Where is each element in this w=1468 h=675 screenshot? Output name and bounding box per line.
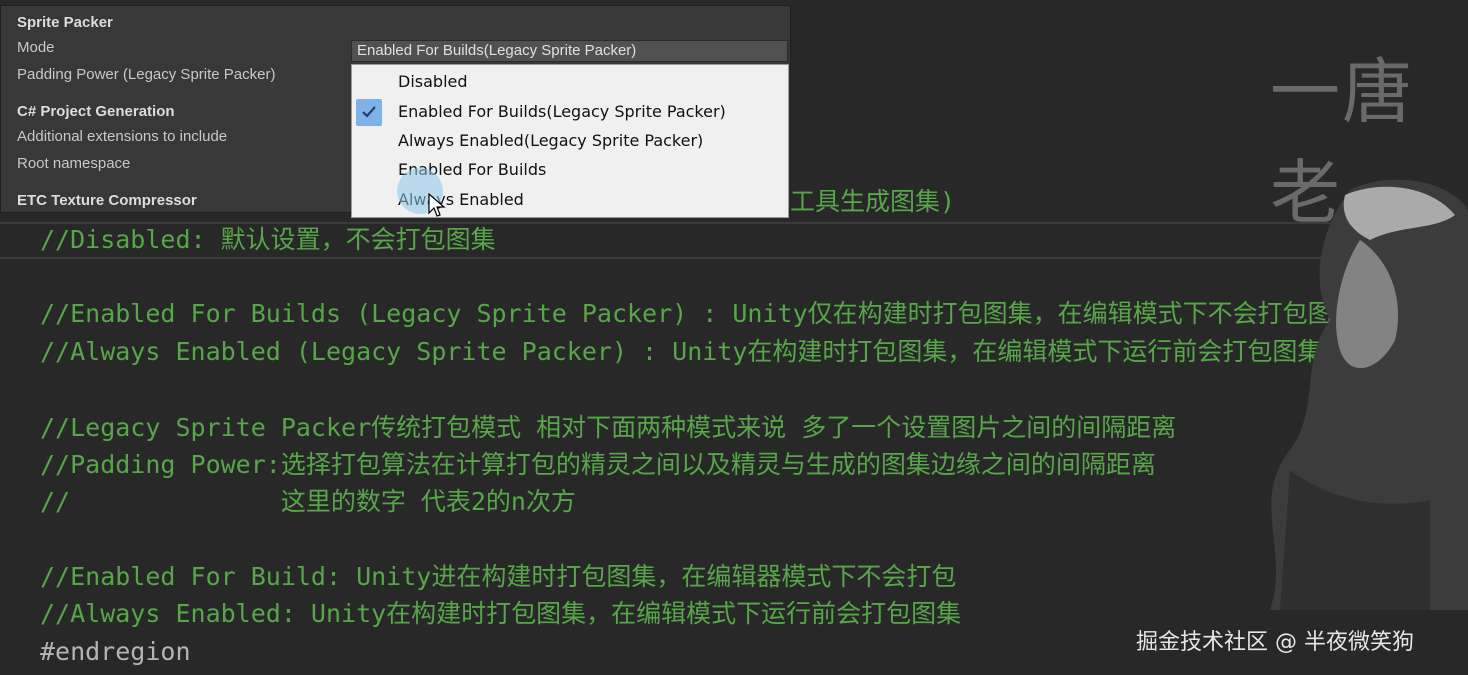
mode-dropdown[interactable]: Enabled For Builds(Legacy Sprite Packer) [351, 40, 788, 62]
code-line: //Disabled: 默认设置，不会打包图集 [40, 225, 496, 254]
code-line-hidden-tail: 工具生成图集) [790, 187, 956, 216]
code-line-endregion: #endregion [40, 637, 191, 666]
selected-item-highlight [356, 99, 382, 126]
mode-label: Mode [17, 39, 55, 56]
code-line: //Enabled For Build: Unity进在构建时打包图集，在编辑器… [40, 562, 957, 591]
code-line: // 这里的数字 代表2的n次方 [40, 487, 576, 516]
section-header-etc: ETC Texture Compressor [17, 192, 197, 209]
menu-item-always-enabled-legacy[interactable]: Always Enabled(Legacy Sprite Packer) [398, 131, 703, 150]
root-namespace-label: Root namespace [17, 155, 131, 172]
code-line: //Enabled For Builds (Legacy Sprite Pack… [40, 299, 1358, 328]
code-line: //Legacy Sprite Packer传统打包模式 相对下面两种模式来说 … [40, 413, 1177, 442]
code-line: //Padding Power:选择打包算法在计算打包的精灵之间以及精灵与生成的… [40, 450, 1156, 479]
mode-dropdown-value: Enabled For Builds(Legacy Sprite Packer) [357, 42, 637, 59]
section-header-sprite-packer: Sprite Packer [17, 14, 113, 31]
padding-power-label: Padding Power (Legacy Sprite Packer) [17, 66, 276, 83]
code-line: //Always Enabled (Legacy Sprite Packer) … [40, 337, 1323, 366]
section-header-csharp: C# Project Generation [17, 103, 175, 120]
menu-item-enabled-for-builds-legacy[interactable]: Enabled For Builds(Legacy Sprite Packer) [398, 102, 726, 121]
project-settings-panel: Sprite Packer Mode Padding Power (Legacy… [0, 5, 791, 218]
menu-item-disabled[interactable]: Disabled [398, 72, 468, 91]
checkmark-icon [362, 106, 376, 118]
mouse-pointer-icon [428, 193, 446, 217]
code-line: //Always Enabled: Unity在构建时打包图集，在编辑模式下运行… [40, 599, 962, 628]
extensions-label: Additional extensions to include [17, 128, 228, 145]
footer-watermark: 掘金技术社区 @ 半夜微笑狗 [1136, 630, 1414, 655]
character-illustration [1270, 179, 1468, 610]
